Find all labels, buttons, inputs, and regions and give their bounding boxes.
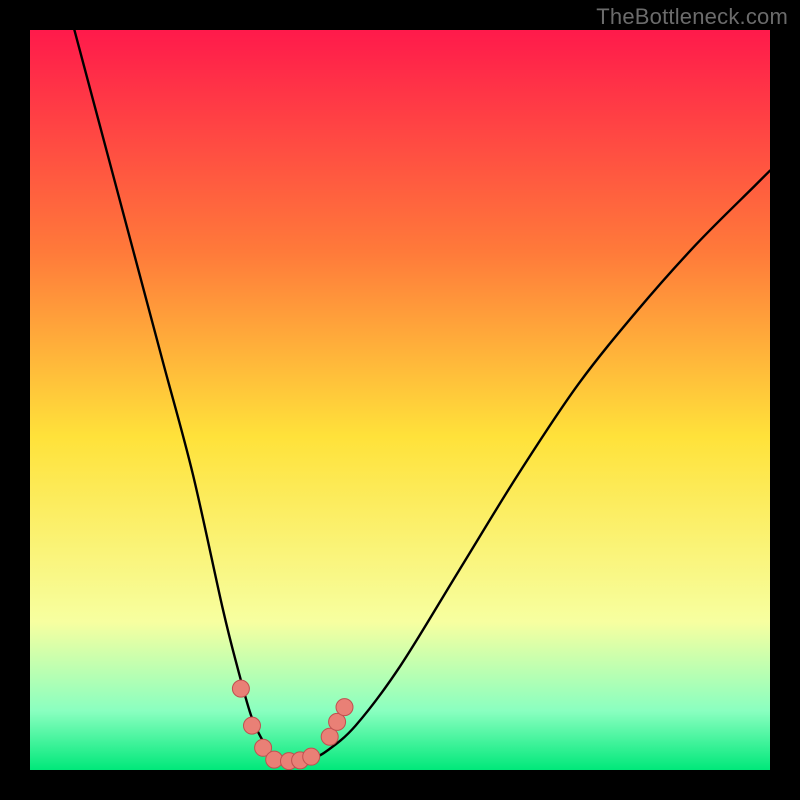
curve-marker bbox=[244, 717, 261, 734]
gradient-background bbox=[30, 30, 770, 770]
plot-area bbox=[30, 30, 770, 770]
curve-marker bbox=[303, 748, 320, 765]
chart-frame: TheBottleneck.com bbox=[0, 0, 800, 800]
curve-marker bbox=[232, 680, 249, 697]
curve-marker bbox=[336, 699, 353, 716]
chart-svg bbox=[30, 30, 770, 770]
watermark-text: TheBottleneck.com bbox=[596, 4, 788, 30]
